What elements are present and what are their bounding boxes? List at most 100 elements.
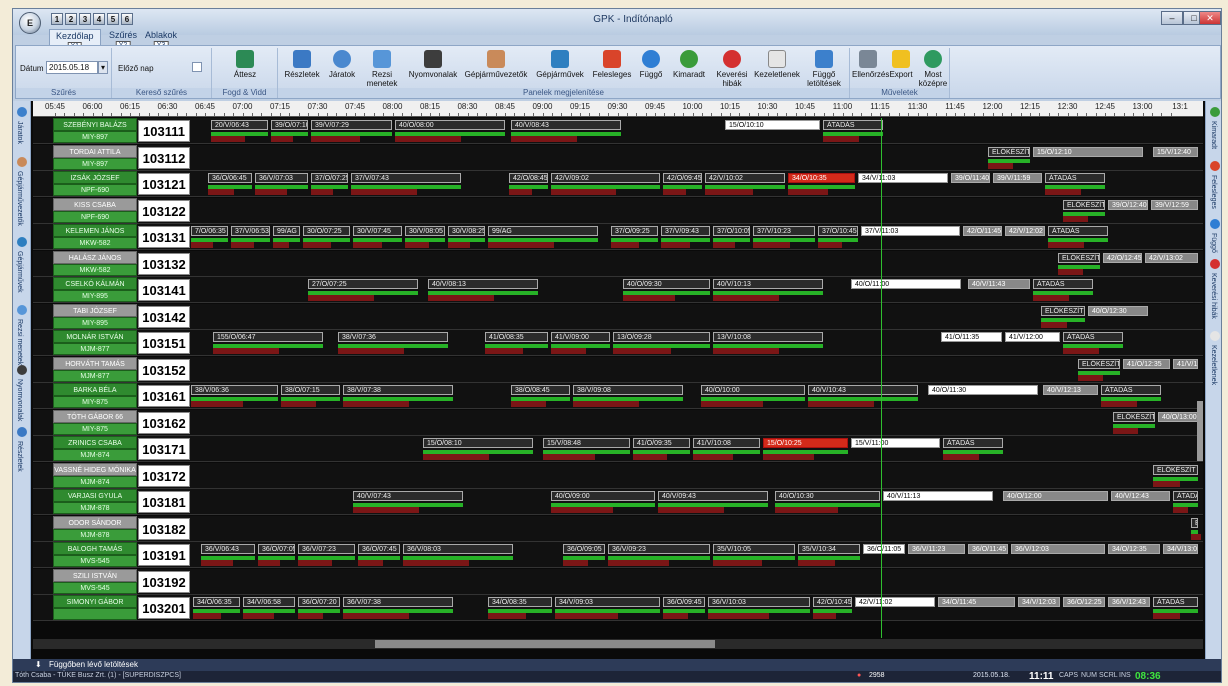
trip-block[interactable]: 15/O/10:10 [725, 120, 820, 130]
side-tab-reszletek[interactable]: Részletek [16, 441, 23, 472]
trip-block[interactable]: ÁTADÁS [943, 438, 1003, 448]
trip-block[interactable]: 36/O/07:05 [258, 544, 295, 554]
trip-block[interactable]: 41/O/08:35 [485, 332, 548, 342]
trip-block[interactable]: 40/O/11:30 [928, 385, 1038, 395]
side-tab-jaratok[interactable]: Járatok [16, 121, 23, 144]
trip-block[interactable]: 36/V/07:03 [255, 173, 308, 183]
quick-access-5[interactable]: 5 [107, 13, 119, 25]
trip-block[interactable]: 36/O/09:45 [663, 597, 705, 607]
attesz-button[interactable]: Áttesz [226, 50, 264, 79]
keveresi-hibak-button[interactable]: Keverési hibák [712, 50, 752, 88]
driver-name[interactable]: SZEBÉNYI BALÁZS [53, 118, 137, 131]
driver-name[interactable]: BALOGH TAMÁS [53, 542, 137, 555]
trip-block[interactable]: 42/V/12:02 [1005, 226, 1045, 236]
driver-name[interactable]: TÓTH GÁBOR 66 [53, 409, 137, 423]
jaratok-button[interactable]: Járatok [324, 50, 360, 79]
trip-block[interactable]: 40/V/08:43 [511, 120, 621, 130]
quick-access-4[interactable]: 4 [93, 13, 105, 25]
trip-block[interactable]: 40/O/10:00 [701, 385, 805, 395]
driver-name[interactable]: BARKA BÉLA [53, 383, 137, 396]
driver-name[interactable]: HORVÁTH TAMÁS [53, 356, 137, 370]
trip-block[interactable]: ELŐKÉSZÍT [1078, 358, 1120, 369]
trip-block[interactable]: 39/V/11:59 [993, 173, 1042, 183]
driver-name[interactable]: HALÁSZ JÁNOS [53, 250, 137, 264]
trip-block[interactable]: 34/V/11:03 [858, 173, 948, 183]
tab-kezdolap[interactable]: KezdőlapX1 [49, 29, 101, 52]
trip-block[interactable]: 36/O/07:20 [298, 597, 340, 607]
trip-block[interactable]: 40/O/10:30 [775, 491, 880, 501]
trip-block[interactable]: 37/O/09:25 [611, 226, 658, 236]
trip-block[interactable]: 15/O/10:25 [763, 438, 848, 448]
horizontal-scrollbar[interactable] [33, 639, 1203, 649]
trip-block[interactable]: 34/V/13:03 [1163, 544, 1198, 554]
trip-block[interactable]: 7/O/06:35 [191, 226, 228, 236]
vehicle-number[interactable]: 103132 [138, 252, 190, 275]
trip-block[interactable]: 42/V/13:02 [1145, 252, 1198, 263]
trip-block[interactable]: 30/O/07:25 [303, 226, 350, 236]
close-button[interactable]: ✕ [1199, 11, 1221, 25]
vehicle-number[interactable]: 103162 [138, 411, 190, 434]
nyomvonalak-button[interactable]: Nyomvonalak [406, 50, 460, 79]
rezsi-menetek-button[interactable]: Rezsi menetek [362, 50, 402, 88]
trip-block[interactable]: 15/V/12:40 [1153, 146, 1198, 157]
trip-block[interactable]: 36/O/09:05 [563, 544, 605, 554]
trip-block[interactable]: 36/V/09:23 [608, 544, 710, 554]
trip-block[interactable]: ELŐKÉSZÍT [988, 146, 1030, 157]
trip-block[interactable]: 37/V/11:03 [861, 226, 960, 236]
kezeletlenek-button[interactable]: Kezeletlenek [754, 50, 800, 79]
trip-block[interactable]: 40/O/08:00 [395, 120, 505, 130]
tab-szures[interactable]: SzűrésY2 [103, 29, 143, 51]
driver-name[interactable]: ODOR SÁNDOR [53, 515, 137, 529]
trip-block[interactable]: 39/O/07:10 [271, 120, 308, 130]
trip-block[interactable]: 13/V/10:08 [713, 332, 823, 342]
vehicle-number[interactable]: 103172 [138, 464, 190, 487]
date-input[interactable]: 2015.05.18 [46, 61, 98, 74]
vehicle-number[interactable]: 103122 [138, 199, 190, 222]
trip-block[interactable]: 40/O/09:00 [551, 491, 655, 501]
most-kozepre-button[interactable]: Most középre [918, 50, 948, 88]
vehicle-number[interactable]: 103152 [138, 358, 190, 381]
side-tab-rezsi-menetek[interactable]: Rezsi menetek [16, 319, 23, 365]
export-button[interactable]: Export [886, 50, 916, 79]
fuggo-letoltesek-button[interactable]: Függő letöltések [802, 50, 846, 88]
trip-block[interactable]: 40/V/08:13 [428, 279, 538, 289]
trip-block[interactable]: ÁTADÁS [1101, 385, 1161, 395]
vehicle-number[interactable]: 103142 [138, 305, 190, 328]
vehicle-number[interactable]: 103112 [138, 146, 190, 169]
trip-block[interactable]: ELŐKÉSZÍT [1058, 252, 1100, 263]
trip-block[interactable]: 36/V/08:03 [403, 544, 513, 554]
trip-block[interactable]: 40/V/11:43 [968, 279, 1030, 289]
gepjarmuvek-button[interactable]: Gépjárművek [532, 50, 588, 79]
trip-block[interactable]: 20/V/06:43 [211, 120, 268, 130]
trip-block[interactable]: 42/O/09:45 [663, 173, 702, 183]
trip-block[interactable]: 36/V/10:03 [708, 597, 810, 607]
trip-block[interactable]: 37/O/07:25 [311, 173, 348, 183]
trip-block[interactable]: 40/O/11:00 [851, 279, 961, 289]
trip-block[interactable]: 36/O/07:45 [358, 544, 400, 554]
driver-name[interactable]: ZRINICS CSABA [53, 436, 137, 449]
trip-block[interactable]: 34/O/08:35 [488, 597, 552, 607]
trip-block[interactable]: 39/V/12:59 [1151, 199, 1198, 210]
trip-block[interactable]: 37/O/10:05 [713, 226, 750, 236]
driver-name[interactable]: IZSÁK JÓZSEF [53, 171, 137, 184]
trip-block[interactable]: 42/V/10:02 [705, 173, 785, 183]
trip-block[interactable]: 35/V/10:34 [798, 544, 860, 554]
trip-block[interactable]: 41/V/12:00 [1005, 332, 1060, 342]
trip-block[interactable]: 37/V/09:43 [661, 226, 710, 236]
trip-block[interactable]: 39/V/07:29 [311, 120, 392, 130]
trip-block[interactable]: 39/O/12:40 [1108, 199, 1148, 210]
trip-block[interactable]: 30/V/08:25 [448, 226, 485, 236]
trip-block[interactable]: ELŐKÉSZÍT [1153, 464, 1198, 475]
trip-block[interactable]: 155/O/06:47 [213, 332, 323, 342]
vehicle-number[interactable]: 103121 [138, 173, 190, 195]
trip-block[interactable]: 36/V/12:43 [1108, 597, 1150, 607]
driver-name[interactable]: MOLNÁR ISTVÁN [53, 330, 137, 343]
trip-block[interactable]: 40/O/09:30 [623, 279, 710, 289]
minimize-button[interactable]: – [1161, 11, 1183, 25]
trip-block[interactable]: 41/O/09:35 [633, 438, 690, 448]
side-tab-gepjarmuvezetok[interactable]: Gépjárművezetők [16, 171, 23, 226]
ellenorzes-button[interactable]: Ellenőrzés [852, 50, 889, 79]
horizontal-scrollbar-thumb[interactable] [375, 640, 715, 648]
trip-block[interactable]: 41/V/09:00 [551, 332, 610, 342]
trip-block[interactable]: 38/V/07:36 [338, 332, 448, 342]
